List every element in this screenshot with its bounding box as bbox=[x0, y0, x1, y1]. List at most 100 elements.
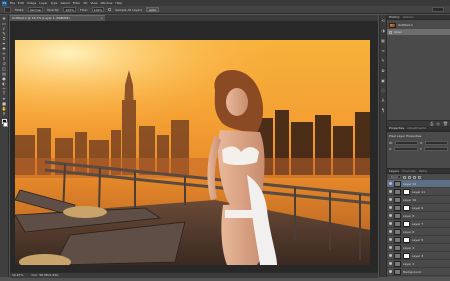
menu-file[interactable]: File bbox=[10, 1, 15, 5]
tab-paths[interactable]: Paths bbox=[419, 169, 427, 173]
menu-help[interactable]: Help bbox=[115, 1, 122, 5]
menu-window[interactable]: Window bbox=[101, 1, 113, 5]
brush-panel-icon[interactable]: ✿ bbox=[381, 68, 386, 73]
workspace-switcher[interactable] bbox=[432, 7, 444, 12]
eye-icon[interactable] bbox=[389, 182, 392, 185]
menu-edit[interactable]: Edit bbox=[18, 1, 24, 5]
layer-row[interactable]: Layer 10 bbox=[387, 196, 450, 204]
background-color-swatch[interactable] bbox=[3, 122, 8, 127]
layer-thumbnail bbox=[394, 228, 401, 235]
layer-thumbnail bbox=[394, 260, 401, 267]
layer-thumbnail bbox=[394, 236, 401, 243]
eye-icon[interactable] bbox=[389, 270, 392, 273]
status-bar: 16.67% Doc: 98.9M/1.63G bbox=[10, 272, 378, 278]
zoom-readout[interactable]: 16.67% bbox=[12, 273, 23, 278]
menu-select[interactable]: Select bbox=[61, 1, 70, 5]
channels-icon[interactable]: ≡ bbox=[381, 48, 386, 53]
flow-field[interactable]: 100% bbox=[91, 7, 105, 12]
tab-actions[interactable]: Actions bbox=[403, 15, 414, 19]
tab-adjustments[interactable]: Adjustments bbox=[407, 126, 426, 130]
menu-view[interactable]: View bbox=[90, 1, 97, 5]
history-snapshot[interactable]: Untitled-1 bbox=[387, 22, 450, 28]
character-icon[interactable]: A bbox=[381, 98, 386, 103]
info-icon[interactable]: ⓘ bbox=[381, 88, 386, 93]
layer-mask-thumbnail bbox=[403, 236, 410, 243]
layer-name: Layer 7 bbox=[412, 221, 424, 226]
panel-icon-strip: ⟲ ◑ ▦ ≡ ✎ ✿ ▣ ⓘ A ¶ bbox=[379, 15, 387, 277]
layer-thumbnail bbox=[394, 252, 401, 259]
layer-row[interactable]: Layer 3 bbox=[387, 252, 450, 260]
layer-row[interactable]: Layer 6 bbox=[387, 228, 450, 236]
eye-icon[interactable] bbox=[389, 254, 392, 257]
swatch-icon[interactable]: ▣ bbox=[381, 78, 386, 83]
kind-filter-select[interactable]: Kind bbox=[389, 175, 401, 179]
menu-type[interactable]: Type bbox=[51, 1, 58, 5]
menu-3d[interactable]: 3D bbox=[83, 1, 87, 5]
opacity-field[interactable]: 100% bbox=[63, 7, 76, 12]
layer-name: Layer 11 bbox=[412, 189, 426, 194]
layer-row[interactable]: Layer 9 bbox=[387, 204, 450, 212]
snapshot-icon[interactable]: ◎ bbox=[436, 121, 440, 126]
menu-layer[interactable]: Layer bbox=[39, 1, 47, 5]
adjust-icon[interactable]: ◑ bbox=[381, 28, 386, 33]
opacity-label: Opacity: bbox=[47, 7, 60, 12]
tab-layers[interactable]: Layers bbox=[389, 169, 399, 173]
mode-select[interactable]: Normal bbox=[28, 7, 44, 12]
layer-row[interactable]: Layer 12 bbox=[387, 180, 450, 188]
layer-row[interactable]: Layer 7 bbox=[387, 220, 450, 228]
width-field[interactable] bbox=[394, 141, 418, 145]
eye-icon[interactable] bbox=[389, 222, 392, 225]
eye-icon[interactable] bbox=[389, 230, 392, 233]
height-field[interactable] bbox=[425, 141, 448, 145]
tab-history[interactable]: History bbox=[389, 15, 400, 19]
layer-row[interactable]: Layer 11 bbox=[387, 188, 450, 196]
auto-button[interactable]: Auto bbox=[146, 7, 160, 12]
shape-filter-icon[interactable] bbox=[418, 175, 421, 179]
layer-row[interactable]: Layer 4 bbox=[387, 244, 450, 252]
eye-icon[interactable] bbox=[389, 214, 392, 217]
sample-all-checkbox[interactable] bbox=[108, 8, 112, 11]
layer-thumbnail bbox=[394, 244, 401, 251]
eye-icon[interactable] bbox=[389, 206, 392, 209]
tab-properties[interactable]: Properties bbox=[389, 126, 404, 130]
eye-icon[interactable] bbox=[389, 198, 392, 201]
layer-thumbnail bbox=[394, 188, 401, 195]
history-step[interactable]: Open bbox=[387, 29, 450, 35]
eye-icon[interactable] bbox=[389, 190, 392, 193]
x-field[interactable] bbox=[394, 147, 418, 151]
layer-name: Layer 10 bbox=[403, 197, 417, 202]
layer-row[interactable]: Layer 5 bbox=[387, 236, 450, 244]
layer-row[interactable]: Background bbox=[387, 268, 450, 276]
doc-size-readout: Doc: 98.9M/1.63G bbox=[31, 273, 59, 277]
zoom-icon[interactable]: ⚲ bbox=[1, 112, 7, 116]
photoshop-logo: Ps bbox=[2, 0, 7, 6]
type-filter-icon[interactable] bbox=[413, 175, 416, 179]
menu-image[interactable]: Image bbox=[27, 1, 36, 5]
layer-mask-thumbnail bbox=[403, 220, 410, 227]
layer-name: Background bbox=[403, 269, 421, 274]
history-panel-icon[interactable]: ⟲ bbox=[381, 18, 386, 23]
document-image[interactable] bbox=[15, 40, 370, 265]
tool-preset-picker[interactable] bbox=[4, 6, 11, 13]
layers-icon[interactable]: ▦ bbox=[381, 38, 386, 43]
trash-icon[interactable]: 🗑 bbox=[443, 121, 448, 126]
y-field[interactable] bbox=[424, 147, 448, 151]
new-document-icon[interactable]: ⎙ bbox=[430, 121, 433, 126]
canvas-area[interactable] bbox=[10, 21, 378, 272]
paths-icon[interactable]: ✎ bbox=[381, 58, 386, 63]
layer-name: Layer 6 bbox=[403, 229, 415, 234]
width-label: W: bbox=[389, 141, 393, 145]
pixel-filter-icon[interactable] bbox=[403, 175, 406, 179]
adjustment-filter-icon[interactable] bbox=[408, 175, 411, 179]
paragraph-icon[interactable]: ¶ bbox=[381, 108, 386, 113]
menu-filter[interactable]: Filter bbox=[73, 1, 80, 5]
layer-row[interactable]: Layer 2 bbox=[387, 260, 450, 268]
eye-icon[interactable] bbox=[389, 246, 392, 249]
eye-icon[interactable] bbox=[389, 238, 392, 241]
tab-channels[interactable]: Channels bbox=[402, 169, 416, 173]
open-step-icon bbox=[389, 30, 392, 34]
layer-row[interactable]: Layer 8 bbox=[387, 212, 450, 220]
options-bar: Mode: Normal Opacity: 100% Flow: 100% Sa… bbox=[0, 6, 450, 14]
eye-icon[interactable] bbox=[389, 262, 392, 265]
history-panel: Untitled-1 Open ⎙ ◎ 🗑 bbox=[387, 20, 450, 126]
